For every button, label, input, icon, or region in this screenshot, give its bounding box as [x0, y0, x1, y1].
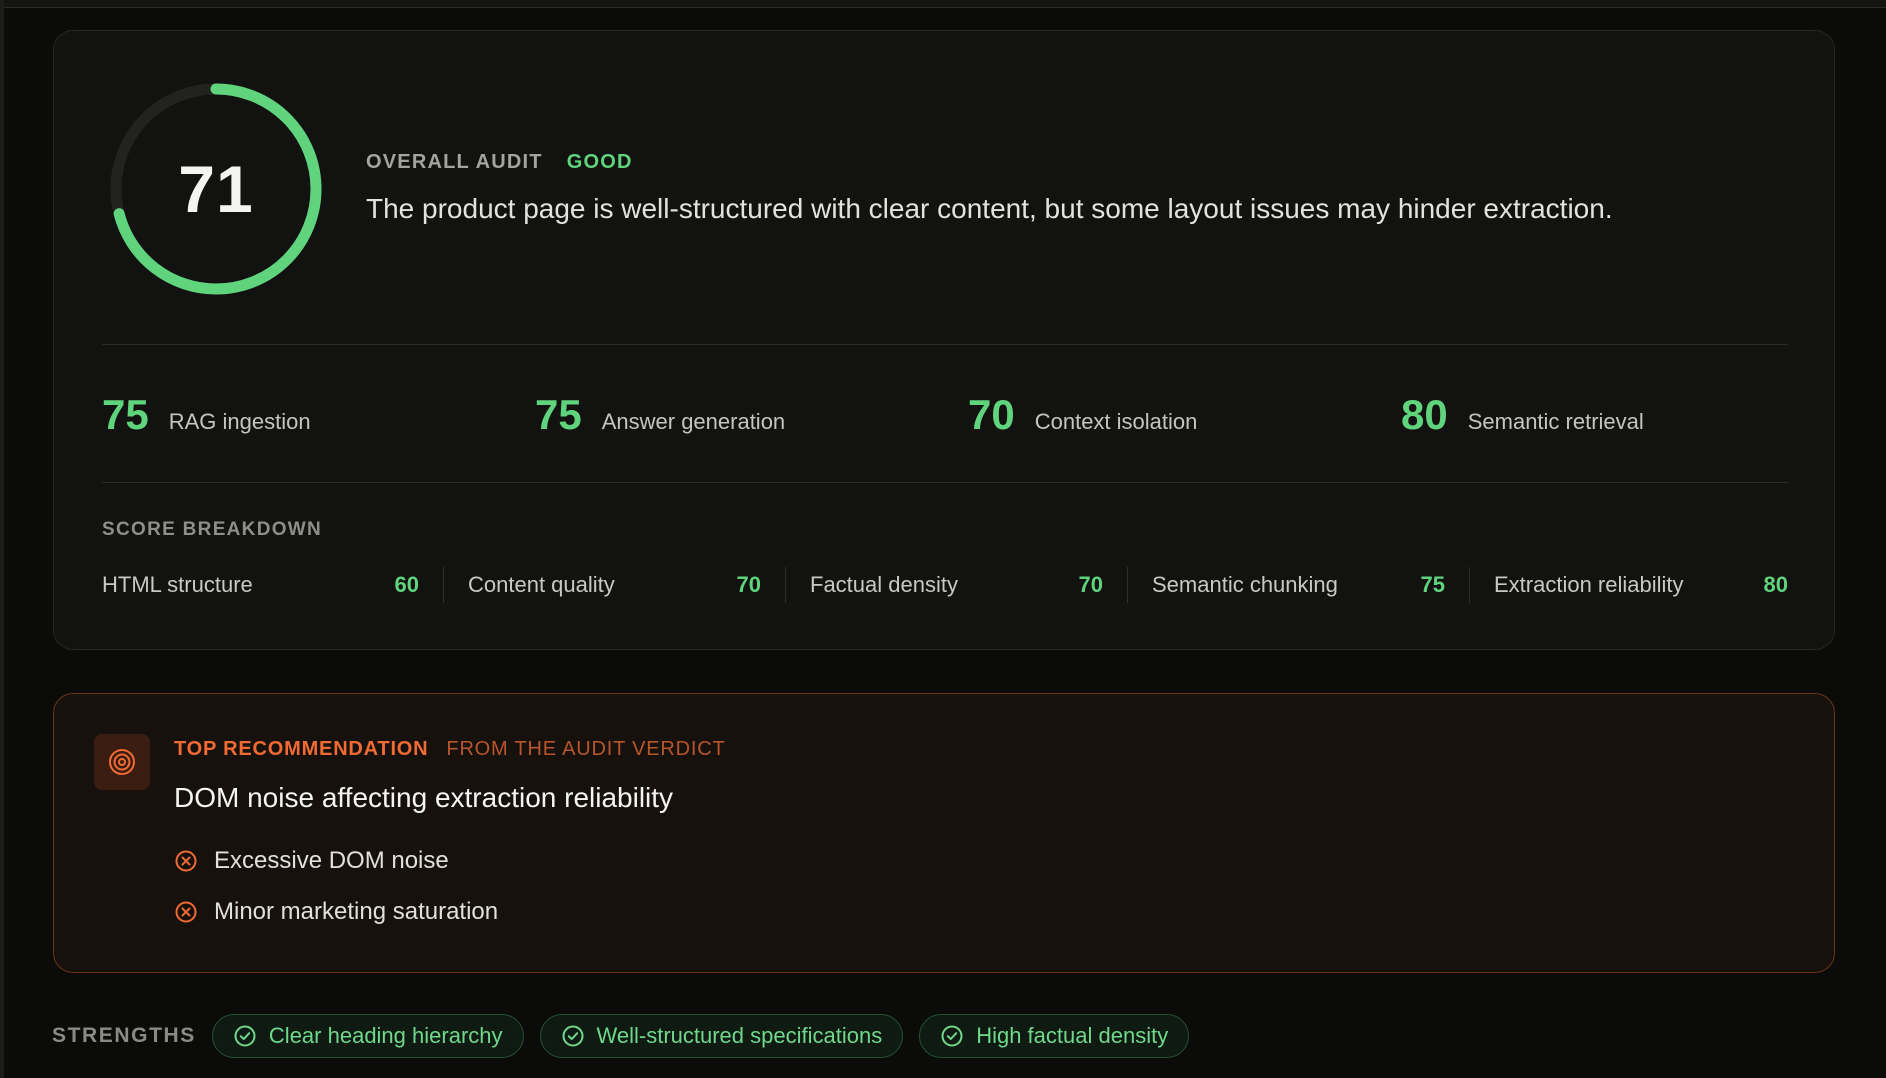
metric-context-isolation: 70 Context isolation [968, 391, 1197, 439]
recommendation-source-label: FROM THE AUDIT VERDICT [446, 738, 726, 760]
breakdown-value: 70 [736, 572, 761, 597]
breakdown-item-semantic-chunking: Semantic chunking 75 [1128, 567, 1470, 603]
recommendation-heading: TOP RECOMMENDATION FROM THE AUDIT VERDIC… [174, 738, 726, 761]
left-edge [0, 0, 4, 1078]
recommendation-icon-box [94, 734, 150, 790]
x-circle-icon [175, 850, 197, 872]
breakdown-item-html-structure: HTML structure 60 [102, 567, 444, 603]
page: 71 OVERALL AUDIT GOOD The product page i… [0, 0, 1886, 1078]
breakdown-value: 75 [1420, 572, 1445, 597]
audit-rating-badge: GOOD [566, 151, 633, 173]
check-circle-icon [234, 1025, 256, 1047]
issue-item: Excessive DOM noise [174, 844, 498, 878]
strengths-row: STRENGTHS Clear heading hierarchy Well-s… [52, 1014, 1205, 1058]
breakdown-label: Extraction reliability [1494, 572, 1684, 597]
top-edge [0, 0, 1886, 8]
strength-chip[interactable]: Clear heading hierarchy [211, 1014, 524, 1058]
breakdown-value: 60 [394, 572, 419, 597]
metric-rag-ingestion: 75 RAG ingestion [102, 391, 311, 439]
metric-value: 75 [102, 391, 149, 438]
metric-label: Answer generation [601, 409, 786, 434]
metrics-row: 75 RAG ingestion 75 Answer generation 70… [102, 391, 1792, 501]
metric-label: RAG ingestion [168, 409, 311, 434]
check-circle-icon [562, 1025, 583, 1047]
score-breakdown: HTML structure 60 Content quality 70 Fac… [102, 567, 1812, 603]
metric-label: Semantic retrieval [1467, 409, 1644, 434]
score-gauge: 71 [108, 81, 324, 297]
target-icon [109, 749, 135, 775]
breakdown-label: Semantic chunking [1152, 572, 1338, 597]
breakdown-label: Content quality [468, 572, 615, 597]
x-circle-icon [175, 901, 197, 923]
strength-chip[interactable]: High factual density [919, 1014, 1190, 1058]
audit-summary: The product page is well-structured with… [366, 193, 1613, 224]
strengths-label: STRENGTHS [52, 1024, 196, 1047]
breakdown-value: 80 [1763, 572, 1788, 597]
metric-answer-generation: 75 Answer generation [535, 391, 785, 439]
breakdown-item-extraction-reliability: Extraction reliability 80 [1470, 567, 1812, 603]
metric-value: 80 [1401, 391, 1448, 438]
divider [102, 482, 1788, 483]
metric-value: 70 [968, 391, 1015, 438]
strength-text: Clear heading hierarchy [268, 1023, 503, 1048]
issue-item: Minor marketing saturation [174, 895, 498, 929]
issue-list: Excessive DOM noise Minor marketing satu… [174, 844, 498, 946]
recommendation-card: TOP RECOMMENDATION FROM THE AUDIT VERDIC… [53, 693, 1835, 973]
issue-text: Excessive DOM noise [214, 847, 449, 874]
strength-chip[interactable]: Well-structured specifications [539, 1014, 904, 1058]
audit-heading: OVERALL AUDIT GOOD [366, 151, 633, 174]
audit-card: 71 OVERALL AUDIT GOOD The product page i… [53, 30, 1835, 650]
check-circle-icon [941, 1025, 963, 1047]
score-breakdown-title: SCORE BREAKDOWN [102, 519, 323, 540]
breakdown-item-factual-density: Factual density 70 [786, 567, 1128, 603]
overall-score: 71 [178, 152, 254, 226]
strength-text: Well-structured specifications [596, 1023, 883, 1048]
breakdown-value: 70 [1078, 572, 1103, 597]
recommendation-title: DOM noise affecting extraction reliabili… [174, 782, 674, 813]
divider [102, 344, 1788, 345]
breakdown-label: HTML structure [102, 572, 253, 597]
strength-text: High factual density [976, 1023, 1169, 1048]
top-recommendation-label: TOP RECOMMENDATION [174, 738, 429, 760]
metric-label: Context isolation [1034, 409, 1198, 434]
breakdown-label: Factual density [810, 572, 958, 597]
breakdown-item-content-quality: Content quality 70 [444, 567, 786, 603]
metric-value: 75 [535, 391, 582, 438]
overall-audit-label: OVERALL AUDIT [366, 151, 543, 173]
issue-text: Minor marketing saturation [214, 898, 499, 925]
metric-semantic-retrieval: 80 Semantic retrieval [1401, 391, 1644, 439]
